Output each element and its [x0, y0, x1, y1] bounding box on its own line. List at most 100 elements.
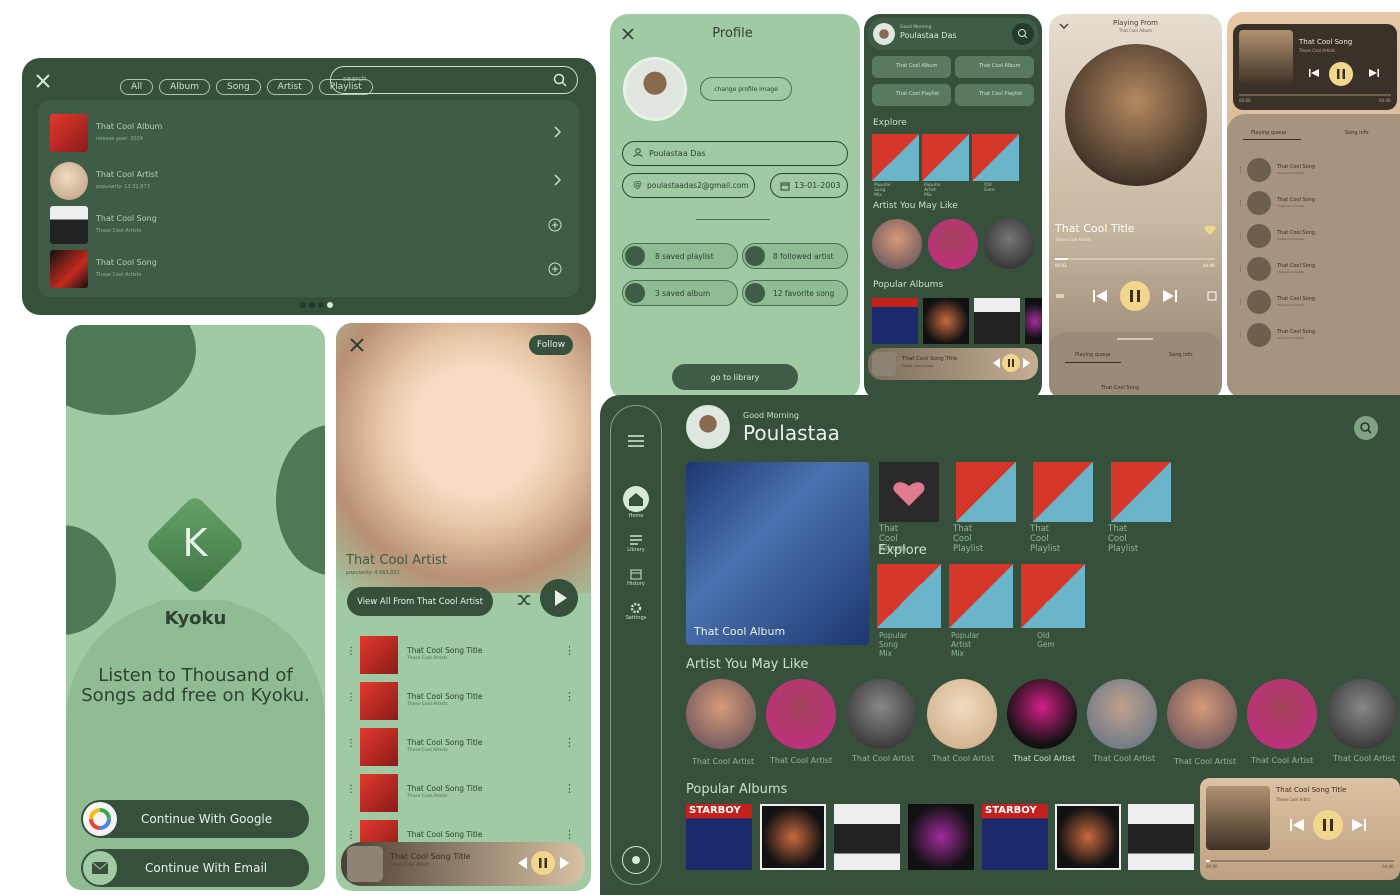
album-cover[interactable] — [923, 298, 969, 344]
view-all-button[interactable]: View All From That Cool Artist — [347, 587, 493, 616]
more-vert-icon[interactable]: ⋮ — [564, 782, 575, 795]
next-icon[interactable] — [1369, 68, 1379, 78]
list-item[interactable]: ⋮ That Cool Song Title Those Cool Artists ⋮ — [346, 774, 581, 812]
more-vert-icon[interactable]: ⋮ — [564, 644, 575, 657]
list-item[interactable]: That Cool Artist popularity: 13.32,873 — [50, 162, 570, 202]
avatar[interactable] — [873, 23, 895, 45]
quick-chip[interactable]: That Cool Album — [872, 56, 951, 78]
drag-handle-icon[interactable]: ⋮ — [346, 784, 356, 795]
close-icon[interactable] — [36, 74, 50, 88]
go-to-library-button[interactable]: go to library — [672, 364, 798, 390]
drag-handle-icon[interactable]: ⋮ — [1237, 265, 1244, 273]
progress-bar[interactable] — [1206, 860, 1394, 862]
explore-card[interactable] — [922, 134, 969, 181]
album-cover[interactable]: STARBOY — [686, 804, 752, 870]
quick-chip[interactable]: That Cool Playlist — [872, 84, 951, 106]
artist-avatar[interactable] — [686, 679, 756, 749]
list-item[interactable]: ⋮ That Cool Song Those Cool Artists — [1237, 323, 1387, 349]
explore-card[interactable] — [872, 134, 919, 181]
explore-card[interactable] — [949, 564, 1013, 628]
artist-avatar[interactable] — [928, 219, 978, 269]
chevron-right-icon[interactable] — [553, 126, 561, 138]
page-dot[interactable] — [318, 302, 324, 308]
history-icon[interactable] — [630, 568, 642, 580]
artist-avatar[interactable] — [1247, 679, 1317, 749]
play-button[interactable] — [540, 579, 578, 617]
page-dot[interactable] — [309, 302, 315, 308]
artist-avatar[interactable] — [1167, 679, 1237, 749]
more-vert-icon[interactable]: ⋮ — [564, 736, 575, 749]
next-icon[interactable] — [1163, 289, 1177, 303]
search-icon[interactable] — [553, 73, 567, 87]
grid-card[interactable] — [956, 462, 1016, 522]
pause-button[interactable] — [1120, 281, 1150, 311]
list-item[interactable]: That Cool Album release year: 2024 — [50, 114, 570, 154]
avatar[interactable] — [686, 405, 730, 449]
album-cover[interactable] — [1128, 804, 1194, 870]
drag-handle-icon[interactable]: ⋮ — [346, 738, 356, 749]
saved-playlist-stat[interactable]: 8 saved playlist — [622, 243, 738, 269]
drag-handle-icon[interactable]: ⋮ — [1237, 298, 1244, 306]
nav-label-history[interactable]: History — [611, 581, 661, 587]
menu-icon[interactable] — [627, 434, 645, 448]
list-item[interactable]: ⋮ That Cool Song Those Cool Artists — [1237, 224, 1387, 250]
artist-avatar[interactable] — [846, 679, 916, 749]
continue-with-email-button[interactable]: Continue With Email — [81, 849, 309, 887]
drag-handle-icon[interactable]: ⋮ — [346, 692, 356, 703]
search-input[interactable]: search — [330, 66, 578, 94]
change-profile-image-button[interactable]: change profile image — [700, 77, 792, 101]
progress-bar[interactable] — [1239, 94, 1391, 96]
mini-player-card[interactable]: That Cool Song Title Those Cool Artist 0… — [1200, 778, 1400, 880]
filter-chip[interactable]: Album — [159, 79, 211, 95]
artist-avatar[interactable] — [872, 219, 922, 269]
filter-chip[interactable]: Song — [216, 79, 261, 95]
library-icon[interactable] — [629, 534, 643, 546]
pause-button[interactable] — [531, 851, 555, 875]
drag-handle-icon[interactable]: ⋮ — [1237, 199, 1244, 207]
next-icon[interactable] — [560, 857, 570, 869]
pause-button[interactable] — [1329, 62, 1353, 86]
filter-chip[interactable]: All — [120, 79, 154, 95]
tab-playing-queue[interactable]: Playing queue — [1075, 352, 1110, 358]
home-icon[interactable] — [623, 486, 649, 512]
next-icon[interactable] — [1023, 358, 1031, 368]
date-field[interactable]: 13-01-2003 — [770, 173, 848, 198]
next-icon[interactable] — [1352, 818, 1366, 832]
previous-icon[interactable] — [517, 857, 527, 869]
close-icon[interactable] — [350, 338, 364, 352]
list-item[interactable]: ⋮ That Cool Song Those Cool Artists — [1237, 257, 1387, 283]
previous-icon[interactable] — [1309, 68, 1319, 78]
drag-handle-icon[interactable]: ⋮ — [346, 830, 356, 841]
grid-card[interactable] — [1111, 462, 1171, 522]
queue-icon[interactable] — [1207, 291, 1217, 301]
filter-chip[interactable]: Artist — [266, 79, 313, 95]
bottom-sheet[interactable]: Playing queue Song info That Cool Song — [1049, 332, 1222, 400]
heart-icon[interactable] — [1204, 225, 1216, 236]
pause-button[interactable] — [1313, 810, 1343, 840]
page-dot[interactable] — [327, 302, 333, 308]
list-item[interactable]: ⋮ That Cool Song Title Those Cool Artists ⋮ — [346, 728, 581, 766]
nav-label-library[interactable]: Library — [611, 547, 661, 553]
album-cover[interactable] — [974, 298, 1020, 344]
album-cover[interactable] — [872, 298, 918, 344]
tab-song-info[interactable]: Song info — [1345, 130, 1369, 136]
name-field[interactable]: Poulastaa Das — [622, 141, 848, 166]
add-circle-icon[interactable] — [548, 218, 562, 232]
quick-chip[interactable]: That Cool Playlist — [955, 84, 1034, 106]
list-item[interactable]: That Cool Song Those Cool Artists — [50, 250, 570, 290]
artist-avatar[interactable] — [766, 679, 836, 749]
tab-playing-queue[interactable]: Playing queue — [1251, 130, 1286, 136]
mini-player-card[interactable]: That Cool Song Those Cool Artists 00:00 … — [1233, 24, 1397, 110]
quick-chip[interactable]: That Cool Album — [955, 56, 1034, 78]
drag-handle[interactable] — [1117, 338, 1153, 340]
chevron-right-icon[interactable] — [553, 174, 561, 186]
artist-avatar[interactable] — [1007, 679, 1077, 749]
artist-avatar[interactable] — [984, 219, 1034, 269]
saved-album-stat[interactable]: 3 saved album — [622, 280, 738, 306]
grid-card[interactable] — [1033, 462, 1093, 522]
list-item[interactable]: ⋮ That Cool Song Those Cool Artists — [1237, 158, 1387, 184]
pause-button[interactable] — [1002, 354, 1020, 372]
tab-song-info[interactable]: Song info — [1169, 352, 1193, 358]
explore-card[interactable] — [972, 134, 1019, 181]
more-vert-icon[interactable]: ⋮ — [564, 690, 575, 703]
